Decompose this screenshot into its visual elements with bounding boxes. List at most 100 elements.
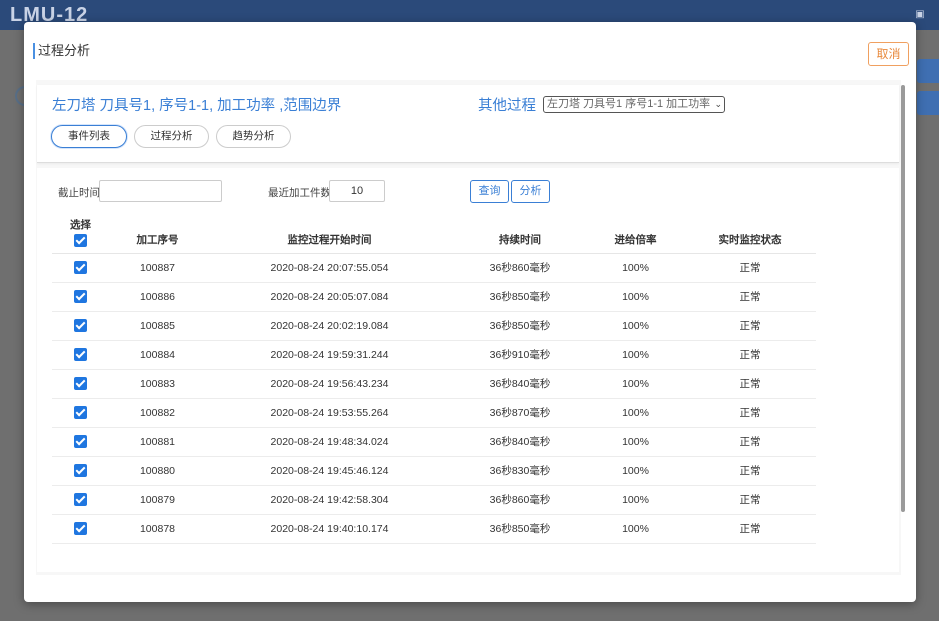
cell-feed-rate: 100% — [587, 485, 684, 515]
cell-feed-rate: 100% — [587, 514, 684, 544]
table-row[interactable]: 100883 2020-08-24 19:56:43.234 36秒840毫秒 100… — [52, 369, 816, 399]
cell-start-time: 2020-08-24 19:40:10.174 — [206, 514, 453, 544]
cell-status: 正常 — [684, 369, 816, 399]
cell-duration: 36秒850毫秒 — [453, 514, 587, 544]
cell-feed-rate: 100% — [587, 311, 684, 341]
row-select-cell — [52, 427, 109, 457]
process-analysis-dialog: 过程分析 取消 左刀塔 刀具号1, 序号1-1, 加工功率 ,范围边界 其他过程… — [24, 22, 916, 602]
select-all-checkbox[interactable] — [74, 233, 87, 247]
row-checkbox[interactable] — [74, 464, 87, 477]
cell-start-time: 2020-08-24 19:45:46.124 — [206, 456, 453, 486]
recent-count-label: 最近加工件数 — [268, 187, 331, 199]
col-feed-header: 进给倍率 — [587, 216, 684, 254]
cell-feed-rate: 100% — [587, 282, 684, 312]
cell-start-time: 2020-08-24 20:02:19.084 — [206, 311, 453, 341]
select-header: 选择 — [52, 216, 109, 254]
tab-trend-analysis[interactable]: 趋势分析 — [216, 125, 291, 148]
cell-seq: 100885 — [109, 311, 206, 341]
cell-status: 正常 — [684, 485, 816, 515]
cell-status: 正常 — [684, 456, 816, 486]
cell-start-time: 2020-08-24 19:48:34.024 — [206, 427, 453, 457]
cell-seq: 100887 — [109, 253, 206, 283]
cell-seq: 100879 — [109, 485, 206, 515]
row-select-cell — [52, 398, 109, 428]
cell-status: 正常 — [684, 398, 816, 428]
cell-feed-rate: 100% — [587, 456, 684, 486]
row-checkbox[interactable] — [74, 348, 87, 361]
col-duration-header: 持续时间 — [453, 216, 587, 254]
event-table: 选择 加工序号 监控过程开始时间 持续时间 进给倍率 实时监控状态 100887… — [52, 216, 816, 544]
cell-feed-rate: 100% — [587, 340, 684, 370]
dialog-title: 过程分析 — [33, 43, 90, 59]
table-row[interactable]: 100886 2020-08-24 20:05:07.084 36秒850毫秒 100… — [52, 282, 816, 312]
cell-seq: 100884 — [109, 340, 206, 370]
other-process-select-value: 左刀塔 刀具号1 序号1-1 加工功率 — [547, 98, 711, 110]
cell-duration: 36秒830毫秒 — [453, 456, 587, 486]
row-select-cell — [52, 311, 109, 341]
cutoff-time-label: 截止时间 — [58, 187, 100, 199]
cell-status: 正常 — [684, 311, 816, 341]
cell-start-time: 2020-08-24 19:56:43.234 — [206, 369, 453, 399]
row-select-cell — [52, 514, 109, 544]
other-process-select[interactable]: 左刀塔 刀具号1 序号1-1 加工功率 ⌄ — [543, 96, 725, 113]
query-button[interactable]: 查询 — [470, 180, 509, 203]
cell-seq: 100878 — [109, 514, 206, 544]
cell-seq: 100882 — [109, 398, 206, 428]
row-select-cell — [52, 456, 109, 486]
row-select-cell — [52, 369, 109, 399]
row-select-cell — [52, 282, 109, 312]
table-row[interactable]: 100879 2020-08-24 19:42:58.304 36秒860毫秒 100… — [52, 485, 816, 515]
row-checkbox[interactable] — [74, 261, 87, 274]
process-title: 左刀塔 刀具号1, 序号1-1, 加工功率 ,范围边界 — [52, 98, 342, 114]
cell-status: 正常 — [684, 253, 816, 283]
row-select-cell — [52, 485, 109, 515]
cell-start-time: 2020-08-24 19:42:58.304 — [206, 485, 453, 515]
tab-event-list[interactable]: 事件列表 — [51, 125, 127, 148]
cell-start-time: 2020-08-24 19:59:31.244 — [206, 340, 453, 370]
cutoff-time-input[interactable] — [99, 180, 222, 202]
cell-duration: 36秒860毫秒 — [453, 253, 587, 283]
scrollbar[interactable] — [901, 85, 905, 512]
table-row[interactable]: 100878 2020-08-24 19:40:10.174 36秒850毫秒 100… — [52, 514, 816, 544]
cell-duration: 36秒850毫秒 — [453, 311, 587, 341]
row-select-cell — [52, 340, 109, 370]
row-checkbox[interactable] — [74, 319, 87, 332]
cell-feed-rate: 100% — [587, 398, 684, 428]
analyze-button[interactable]: 分析 — [511, 180, 550, 203]
cell-start-time: 2020-08-24 20:07:55.054 — [206, 253, 453, 283]
event-list-panel: 截止时间 最近加工件数 10 查询 分析 选择 加工序号 监控过程开始时间 持续… — [37, 168, 899, 572]
table-row[interactable]: 100887 2020-08-24 20:07:55.054 36秒860毫秒 100… — [52, 253, 816, 283]
col-start-header: 监控过程开始时间 — [206, 216, 453, 254]
recent-count-input[interactable]: 10 — [329, 180, 385, 202]
cell-seq: 100886 — [109, 282, 206, 312]
side-button[interactable] — [917, 91, 939, 115]
cell-start-time: 2020-08-24 20:05:07.084 — [206, 282, 453, 312]
cell-start-time: 2020-08-24 19:53:55.264 — [206, 398, 453, 428]
cancel-button[interactable]: 取消 — [868, 42, 909, 66]
col-seq-header: 加工序号 — [109, 216, 206, 254]
row-checkbox[interactable] — [74, 493, 87, 506]
tab-process-analysis[interactable]: 过程分析 — [134, 125, 209, 148]
col-status-header: 实时监控状态 — [684, 216, 816, 254]
row-checkbox[interactable] — [74, 406, 87, 419]
chevron-down-icon: ⌄ — [714, 99, 722, 109]
cell-feed-rate: 100% — [587, 427, 684, 457]
cell-status: 正常 — [684, 514, 816, 544]
row-checkbox[interactable] — [74, 435, 87, 448]
table-row[interactable]: 100880 2020-08-24 19:45:46.124 36秒830毫秒 100… — [52, 456, 816, 486]
row-checkbox[interactable] — [74, 522, 87, 535]
cell-duration: 36秒870毫秒 — [453, 398, 587, 428]
cell-status: 正常 — [684, 282, 816, 312]
cell-status: 正常 — [684, 427, 816, 457]
table-row[interactable]: 100881 2020-08-24 19:48:34.024 36秒840毫秒 100… — [52, 427, 816, 457]
row-checkbox[interactable] — [74, 290, 87, 303]
side-button[interactable] — [917, 59, 939, 83]
table-header-row: 选择 加工序号 监控过程开始时间 持续时间 进给倍率 实时监控状态 — [52, 216, 816, 254]
cell-feed-rate: 100% — [587, 369, 684, 399]
row-checkbox[interactable] — [74, 377, 87, 390]
table-row[interactable]: 100884 2020-08-24 19:59:31.244 36秒910毫秒 100… — [52, 340, 816, 370]
table-row[interactable]: 100885 2020-08-24 20:02:19.084 36秒850毫秒 100… — [52, 311, 816, 341]
row-select-cell — [52, 253, 109, 283]
table-row[interactable]: 100882 2020-08-24 19:53:55.264 36秒870毫秒 100… — [52, 398, 816, 428]
cell-duration: 36秒840毫秒 — [453, 369, 587, 399]
